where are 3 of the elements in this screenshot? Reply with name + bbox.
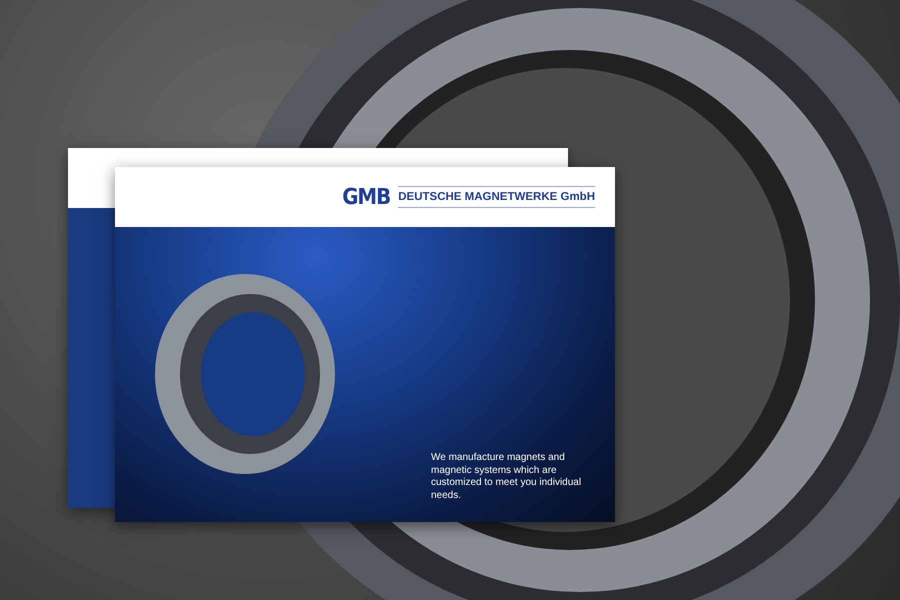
tagline-text: We manufacture magnets and magnetic systems which are customized to meet you individual needs.	[431, 452, 582, 502]
company-logo: GMB	[342, 184, 390, 210]
company-name: DEUTSCHE MAGNETWERKE GmbH	[398, 186, 595, 208]
